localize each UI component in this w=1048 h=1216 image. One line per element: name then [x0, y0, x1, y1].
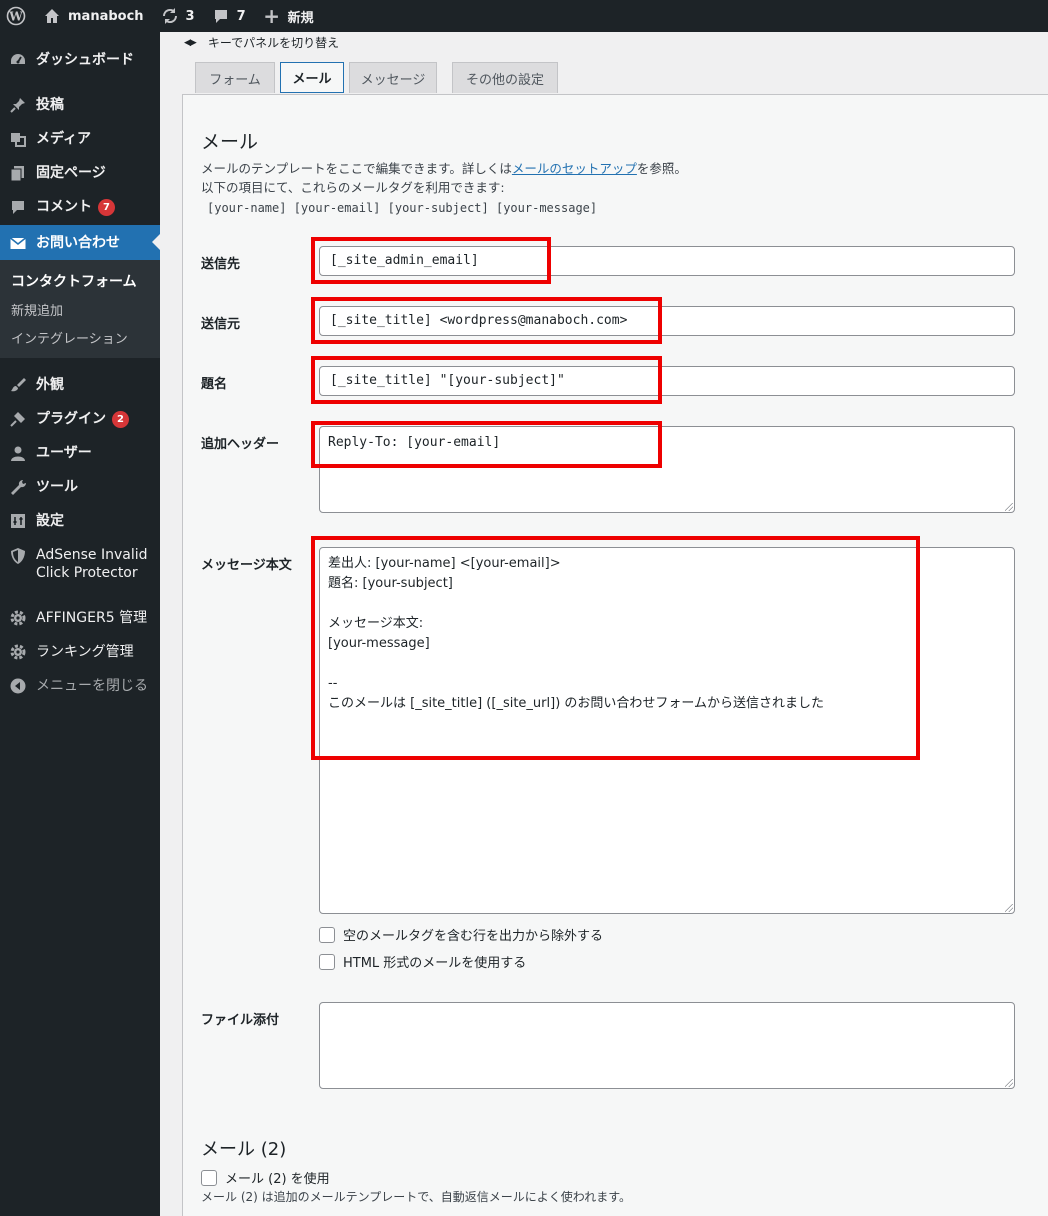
dashboard-icon: [8, 50, 28, 70]
site-name-link[interactable]: manaboch: [34, 0, 152, 32]
menu-dashboard[interactable]: ダッシュボード: [0, 46, 160, 74]
arrow-keys-icon: ◀▶: [184, 37, 197, 48]
mail-section-title: メール: [201, 131, 259, 153]
attachments-textarea[interactable]: [319, 1002, 1015, 1089]
mail-tags-list: [your-name] [your-email] [your-subject] …: [207, 201, 598, 215]
headers-textarea[interactable]: Reply-To: [your-email]: [319, 426, 1015, 513]
menu-tools[interactable]: ツール: [0, 473, 160, 501]
tab-mail[interactable]: メール: [280, 62, 344, 93]
collapse-menu-button[interactable]: メニューを閉じる: [0, 672, 160, 700]
submenu-add-new[interactable]: 新規追加: [11, 300, 63, 319]
site-name: manaboch: [68, 8, 144, 24]
admin-sidebar: ダッシュボード 投稿 メディア 固定ページ コメント 7 お問い合わせ コンタク…: [0, 32, 160, 1216]
shield-icon: [8, 546, 28, 566]
comment-icon: [8, 197, 28, 217]
menu-settings[interactable]: 設定: [0, 507, 160, 535]
menu-ranking[interactable]: ランキング管理: [0, 638, 160, 666]
media-icon: [8, 129, 28, 149]
user-icon: [8, 443, 28, 463]
from-label: 送信元: [201, 317, 241, 332]
comment-icon: [211, 6, 231, 26]
pin-icon: [8, 95, 28, 115]
new-label: 新規: [287, 10, 314, 26]
mail-setup-link[interactable]: メールのセットアップ: [512, 161, 637, 176]
menu-media[interactable]: メディア: [0, 125, 160, 153]
attachments-label: ファイル添付: [201, 1013, 280, 1028]
main-content: ◀▶ キーでパネルを切り替え フォーム メール メッセージ その他の設定 メール…: [160, 32, 1048, 1216]
gear-icon: [8, 642, 28, 662]
svg-text:W: W: [8, 10, 23, 24]
refresh-icon: [160, 6, 180, 26]
message-body-label: メッセージ本文: [201, 558, 292, 573]
wordpress-logo-button[interactable]: W: [0, 0, 34, 32]
mail2-description: メール (2) は追加のメールテンプレートで、自動返信メールによく使われます。: [201, 1190, 631, 1204]
menu-plugins[interactable]: プラグイン 2: [0, 405, 160, 433]
wordpress-logo-icon: W: [6, 6, 26, 26]
submenu-contact-forms[interactable]: コンタクトフォーム: [11, 271, 137, 291]
new-content-link[interactable]: + 新規: [254, 0, 322, 32]
home-icon: [42, 6, 62, 26]
from-input[interactable]: [_site_title] <wordpress@manaboch.com>: [319, 306, 1015, 336]
tab-additional-settings[interactable]: その他の設定: [452, 62, 558, 93]
subject-label: 題名: [201, 377, 228, 392]
headers-label: 追加ヘッダー: [201, 437, 280, 452]
current-menu-arrow: [152, 234, 160, 250]
collapse-icon: [8, 676, 28, 696]
menu-contact[interactable]: お問い合わせ: [0, 225, 160, 260]
gear-icon: [8, 608, 28, 628]
mail-icon: [8, 233, 28, 253]
exclude-blank-checkbox[interactable]: [319, 926, 335, 943]
settings-icon: [8, 511, 28, 531]
updates-count: 3: [185, 8, 195, 24]
wrench-icon: [8, 477, 28, 497]
brush-icon: [8, 375, 28, 395]
submenu-integration[interactable]: インテグレーション: [11, 328, 128, 347]
exclude-blank-checkbox-row[interactable]: 空のメールタグを含む行を出力から除外する: [319, 925, 603, 944]
tab-form[interactable]: フォーム: [195, 62, 275, 93]
tab-messages[interactable]: メッセージ: [349, 62, 437, 93]
page-icon: [8, 163, 28, 183]
mail-description: メールのテンプレートをここで編集できます。詳しくはメールのセットアップを参照。 …: [201, 161, 687, 195]
menu-posts[interactable]: 投稿: [0, 91, 160, 119]
admin-bar: W manaboch 3 7 + 新規: [0, 0, 1048, 32]
mail-panel: メール メールのテンプレートをここで編集できます。詳しくはメールのセットアップを…: [182, 94, 1048, 1216]
updates-link[interactable]: 3: [152, 0, 203, 32]
comments-badge: 7: [98, 198, 115, 216]
mail2-section-title: メール (2): [201, 1139, 287, 1160]
html-mail-checkbox[interactable]: [319, 953, 335, 970]
menu-users[interactable]: ユーザー: [0, 439, 160, 467]
menu-comments[interactable]: コメント 7: [0, 193, 160, 221]
contact-submenu: コンタクトフォーム 新規追加 インテグレーション: [0, 260, 160, 358]
plugin-icon: [8, 409, 28, 429]
comments-link[interactable]: 7: [203, 0, 254, 32]
html-mail-checkbox-row[interactable]: HTML 形式のメールを使用する: [319, 952, 526, 971]
mail2-use-checkbox-row[interactable]: メール (2) を使用: [201, 1168, 330, 1187]
to-label: 送信先: [201, 257, 241, 272]
comments-count: 7: [236, 8, 246, 24]
resize-handle[interactable]: [1005, 503, 1013, 511]
menu-pages[interactable]: 固定ページ: [0, 159, 160, 187]
keyboard-hint: ◀▶ キーでパネルを切り替え: [184, 36, 340, 50]
plugins-badge: 2: [112, 410, 129, 428]
plus-icon: +: [263, 4, 281, 28]
menu-adsense-protector[interactable]: AdSense Invalid Click Protector: [0, 546, 160, 586]
mail2-use-checkbox[interactable]: [201, 1169, 217, 1186]
menu-appearance[interactable]: 外観: [0, 371, 160, 399]
subject-input[interactable]: [_site_title] "[your-subject]": [319, 366, 1015, 396]
message-body-textarea[interactable]: 差出人: [your-name] <[your-email]> 題名: [you…: [319, 547, 1015, 914]
menu-affinger5[interactable]: AFFINGER5 管理: [0, 604, 160, 632]
to-input[interactable]: [_site_admin_email]: [319, 246, 1015, 276]
resize-handle[interactable]: [1005, 1079, 1013, 1087]
resize-handle[interactable]: [1005, 904, 1013, 912]
